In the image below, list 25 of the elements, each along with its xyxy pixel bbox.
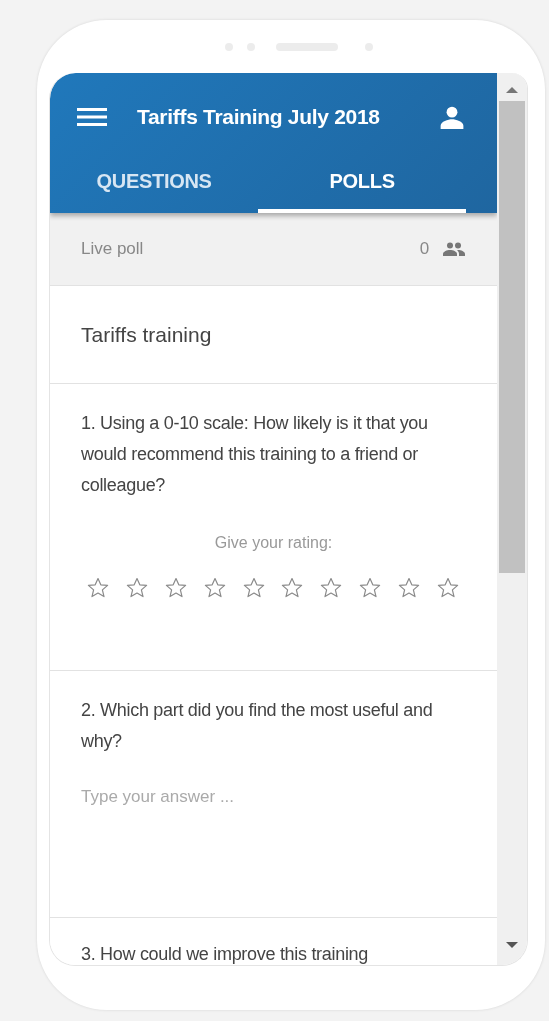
star-icon[interactable] bbox=[163, 576, 188, 600]
rating-prompt: Give your rating: bbox=[213, 534, 334, 552]
question-text: 2. Which part did you find the most useful and why? bbox=[81, 699, 434, 753]
star-icon[interactable] bbox=[319, 576, 344, 600]
scroll-down-icon[interactable] bbox=[505, 940, 520, 950]
question-text: 1. Using a 0-10 scale: How likely is it that you would recommend this training to a friend or colleague? bbox=[81, 412, 429, 497]
star-icon[interactable] bbox=[436, 576, 460, 600]
star-icon[interactable] bbox=[397, 576, 422, 600]
star-icon[interactable] bbox=[86, 576, 110, 600]
star-icon[interactable] bbox=[358, 576, 383, 600]
scroll-thumb[interactable] bbox=[499, 101, 526, 573]
scroll-up-icon[interactable] bbox=[505, 85, 520, 95]
star-icon[interactable] bbox=[241, 576, 266, 600]
question-text: 3. How could we improve this training bbox=[81, 943, 370, 965]
menu-icon[interactable] bbox=[77, 107, 107, 127]
participant-count: 0 bbox=[419, 239, 430, 259]
scrollbar[interactable] bbox=[497, 73, 527, 965]
live-poll-label: Live poll bbox=[81, 239, 145, 259]
star-icon[interactable] bbox=[280, 576, 305, 600]
people-icon bbox=[443, 242, 466, 256]
user-icon[interactable] bbox=[439, 104, 466, 130]
star-icon[interactable] bbox=[202, 576, 227, 600]
tab[interactable]: QUESTIONS bbox=[50, 161, 259, 213]
star-icon[interactable] bbox=[124, 576, 149, 600]
app-title: Tariffs Training July 2018 bbox=[137, 105, 381, 129]
